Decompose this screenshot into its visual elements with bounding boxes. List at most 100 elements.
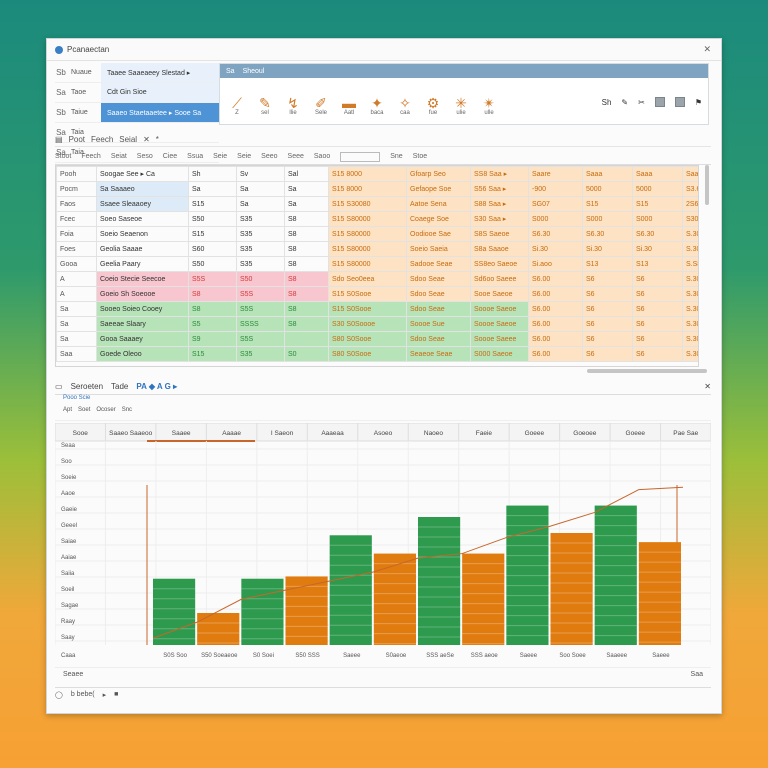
table-cell[interactable]: S.30: [682, 331, 698, 347]
table-row[interactable]: Gooa Geelia Paary S50 S35 S8 S15 S80000 Sadooe…: [56, 256, 698, 272]
panel-tab[interactable]: Tade: [111, 382, 128, 391]
table-cell[interactable]: S5S: [236, 301, 285, 317]
table-cell[interactable]: S8: [284, 241, 329, 257]
ribbon-tab[interactable]: Sheoul: [243, 68, 265, 75]
table-cell[interactable]: S15 S80000: [328, 241, 407, 257]
table-cell[interactable]: Sa: [236, 181, 285, 197]
toolbar-item[interactable]: ✕: [143, 135, 150, 144]
filter-item[interactable]: Apt: [63, 407, 72, 420]
table-cell[interactable]: Sooeo Soieo Cooey: [96, 301, 189, 317]
table-cell[interactable]: Oodiooe Sae: [406, 226, 471, 242]
table-cell[interactable]: S50: [236, 271, 285, 287]
table-cell[interactable]: S3.60: [682, 181, 698, 197]
table-row[interactable]: Foia Soeio Seaenon S15 S35 S8 S15 S80000 Oodio…: [56, 226, 698, 242]
ribbon-tool[interactable]: ✦ baca: [366, 88, 388, 116]
table-cell[interactable]: Faos: [56, 196, 97, 212]
table-cell[interactable]: S8: [284, 226, 329, 242]
table-cell[interactable]: Soogae See ▸ Ca: [96, 166, 189, 182]
column-filter[interactable]: Seiat: [111, 153, 127, 160]
search-input[interactable]: [340, 151, 381, 162]
ribbon-tool[interactable]: ↯ llie: [282, 88, 304, 116]
table-cell[interactable]: Pocm: [56, 181, 97, 197]
square-icon[interactable]: [674, 97, 685, 107]
table-cell[interactable]: SS8 Saa ▸: [470, 166, 529, 182]
table-cell[interactable]: S15 S0Sooe: [328, 301, 407, 317]
table-cell[interactable]: A: [56, 271, 97, 287]
ribbon-tool[interactable]: ✐ Sele: [310, 88, 332, 116]
table-cell[interactable]: S8: [188, 286, 237, 302]
table-cell[interactable]: Soooe Saeoe: [470, 316, 529, 332]
ribbon-tool[interactable]: ✧ caa: [394, 88, 416, 116]
vertical-scrollbar[interactable]: [705, 165, 709, 205]
cut-icon[interactable]: ✂: [638, 98, 645, 107]
table-cell[interactable]: Soooe Saeee: [470, 331, 529, 347]
ribbon-tool[interactable]: ⚙ fue: [422, 88, 444, 116]
table-cell[interactable]: S80 S0Sooe: [328, 346, 407, 362]
table-cell[interactable]: S15: [188, 226, 237, 242]
table-cell[interactable]: Soooe Sue: [406, 316, 471, 332]
table-cell[interactable]: -900: [528, 181, 583, 197]
table-cell[interactable]: Sa: [188, 181, 237, 197]
table-cell[interactable]: S5S: [188, 271, 237, 287]
table-cell[interactable]: S15 S80000: [328, 211, 407, 227]
table-cell[interactable]: Goede Oleoo: [96, 346, 189, 362]
table-cell[interactable]: Saa: [56, 346, 97, 362]
table-cell[interactable]: S8: [284, 286, 329, 302]
table-cell[interactable]: Sooe Saeoe: [470, 286, 529, 302]
table-cell[interactable]: Gooa Saaaey: [96, 331, 189, 347]
table-cell[interactable]: S6.00: [528, 346, 583, 362]
table-cell[interactable]: Ssaee Sleaaoey: [96, 196, 189, 212]
table-cell[interactable]: S5: [188, 316, 237, 332]
table-cell[interactable]: S6.00: [528, 331, 583, 347]
table-row[interactable]: Fcec Soeo Saseoe S50 S35 S8 S15 S80000 Coaege …: [56, 211, 698, 227]
table-cell[interactable]: Pooh: [56, 166, 97, 182]
table-cell[interactable]: S13: [582, 256, 633, 272]
table-row[interactable]: Pocm Sa Saaaeo Sa Sa Sa S15 8000 Gefaope Soe S5…: [56, 181, 698, 197]
column-filter[interactable]: Seso: [137, 153, 153, 160]
table-cell[interactable]: S35: [236, 346, 285, 362]
table-cell[interactable]: Foia: [56, 226, 97, 242]
column-filter[interactable]: Feech: [81, 153, 100, 160]
table-cell[interactable]: Sdoo Seae: [406, 271, 471, 287]
table-cell[interactable]: S6.30: [528, 226, 583, 242]
table-cell[interactable]: S.30: [682, 226, 698, 242]
table-cell[interactable]: Saaa: [682, 166, 698, 182]
table-cell[interactable]: S6: [632, 271, 683, 287]
close-icon[interactable]: ✕: [704, 382, 711, 391]
square-icon[interactable]: [654, 97, 665, 107]
column-filter[interactable]: Seie: [213, 153, 227, 160]
table-cell[interactable]: Soooe Saeoe: [470, 301, 529, 317]
column-filter[interactable]: Sne: [390, 153, 402, 160]
table-cell[interactable]: S.30: [682, 316, 698, 332]
table-cell[interactable]: Gefaope Soe: [406, 181, 471, 197]
table-cell[interactable]: S15 8000: [328, 181, 407, 197]
table-cell[interactable]: S6: [632, 301, 683, 317]
table-cell[interactable]: S000: [528, 211, 583, 227]
ribbon-tool[interactable]: ▬ Aatl: [338, 88, 360, 116]
table-cell[interactable]: S.30: [682, 301, 698, 317]
table-cell[interactable]: S6.30: [632, 226, 683, 242]
table-cell[interactable]: S6.00: [528, 271, 583, 287]
table-cell[interactable]: Sal: [284, 166, 329, 182]
nav-row[interactable]: Sb Taiue Saaeo Staetaaetee ▸ Sooe Sa: [55, 103, 219, 123]
table-cell[interactable]: S35: [236, 256, 285, 272]
table-cell[interactable]: Sh: [188, 166, 237, 182]
table-cell[interactable]: Gooa: [56, 256, 97, 272]
table-cell[interactable]: S6: [632, 346, 683, 362]
table-cell[interactable]: [284, 331, 329, 347]
table-cell[interactable]: Goeio Sh Soeooe: [96, 286, 189, 302]
table-cell[interactable]: Fcec: [56, 211, 97, 227]
table-cell[interactable]: S15 S0Sooe: [328, 286, 407, 302]
table-row[interactable]: Sa Saeeae Slaary S5 SSSS S8 S30 S0Soooe Soooe …: [56, 316, 698, 332]
horizontal-scrollbar[interactable]: [587, 369, 707, 373]
table-cell[interactable]: Sdoo Seae: [406, 331, 471, 347]
table-row[interactable]: Pooh Soogae See ▸ Ca Sh Sv Sal S15 8000 Gfoarp…: [56, 166, 698, 182]
table-cell[interactable]: S6: [582, 316, 633, 332]
table-cell[interactable]: A: [56, 286, 97, 302]
table-cell[interactable]: S80 S0Sooe: [328, 331, 407, 347]
table-cell[interactable]: S8a Saaoe: [470, 241, 529, 257]
ribbon-tool[interactable]: ✎ sel: [254, 88, 276, 116]
table-cell[interactable]: Gfoarp Seo: [406, 166, 471, 182]
table-cell[interactable]: SG07: [528, 196, 583, 212]
table-cell[interactable]: S30 S0Soooe: [328, 316, 407, 332]
